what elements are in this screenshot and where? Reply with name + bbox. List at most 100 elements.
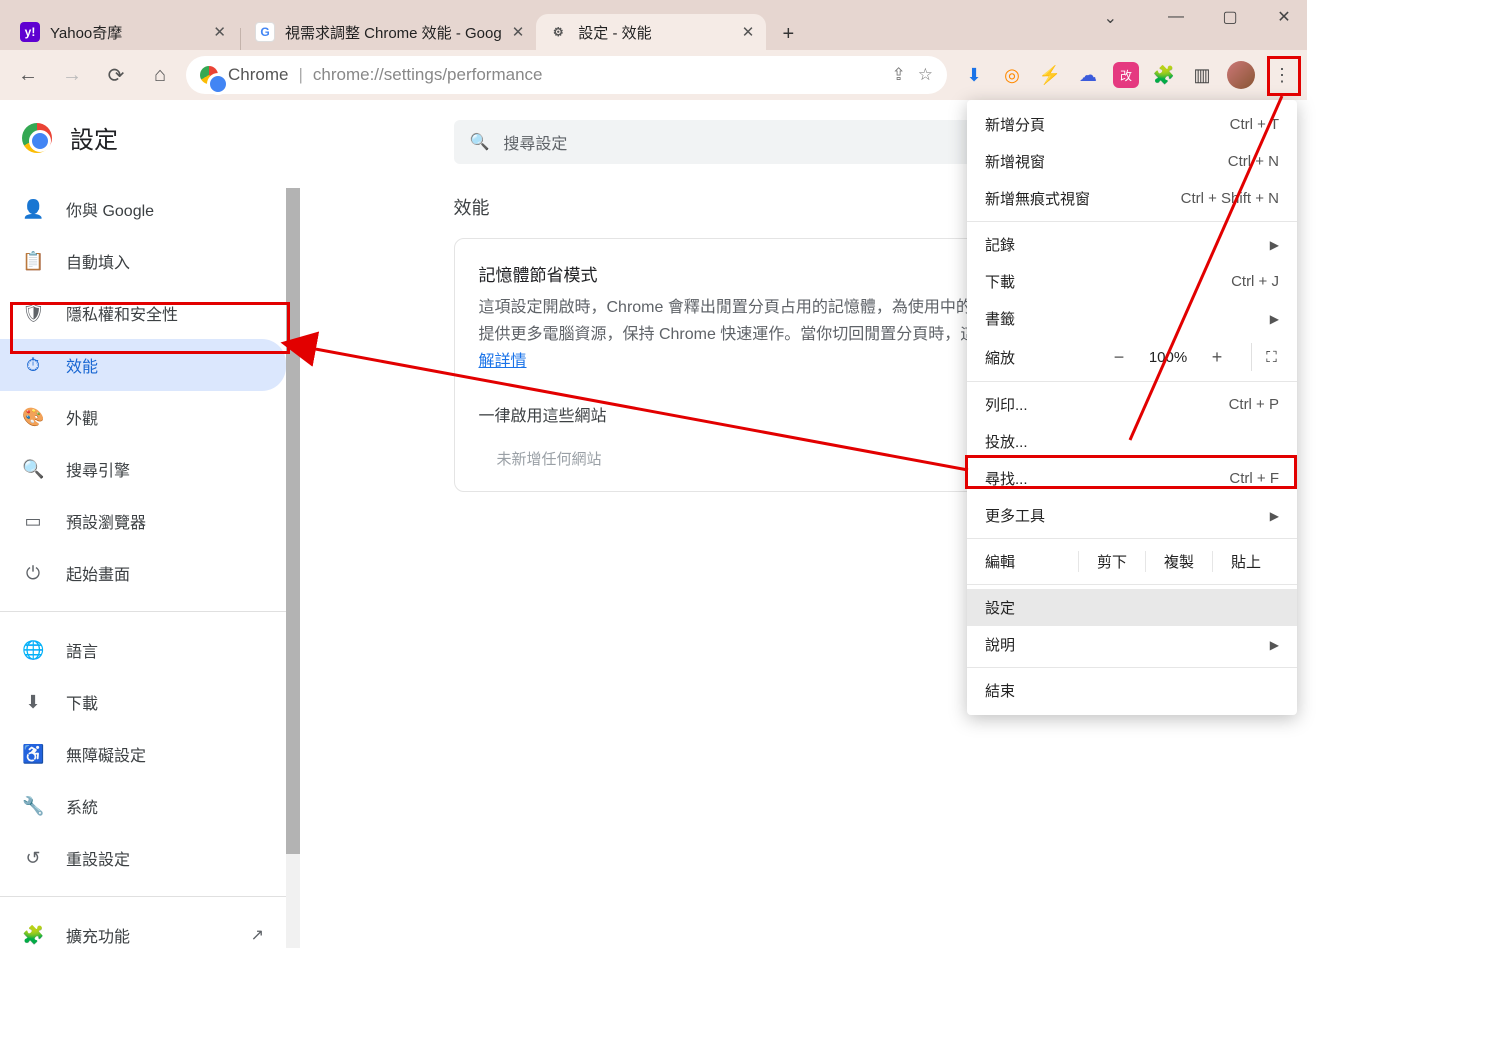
external-link-icon: ↗	[251, 925, 264, 945]
sidebar-item-appearance[interactable]: 🎨 外觀	[0, 391, 286, 443]
sidebar-item-accessibility[interactable]: ♿無障礙設定	[0, 728, 286, 780]
chrome-page-icon	[200, 66, 218, 84]
menu-bookmarks[interactable]: 書籤 ▶	[967, 300, 1297, 337]
forward-button: →	[54, 57, 90, 93]
tab-title: Yahoo奇摩	[50, 22, 203, 43]
address-bar[interactable]: Chrome | chrome://settings/performance ⇪…	[186, 56, 947, 94]
extension-icon[interactable]: ◎	[999, 62, 1025, 88]
favicon-yahoo: y!	[20, 22, 40, 42]
back-button[interactable]: ←	[10, 57, 46, 93]
extension-icon[interactable]: ☁	[1075, 62, 1101, 88]
chrome-menu: 新增分頁Ctrl + T 新增視窗Ctrl + N 新增無痕式視窗Ctrl + …	[967, 100, 1297, 715]
sidebar-item-extensions[interactable]: 🧩 擴充功能 ↗	[0, 909, 286, 961]
chrome-menu-button[interactable]: ⋮	[1267, 57, 1297, 93]
fullscreen-button[interactable]: ⛶	[1251, 343, 1279, 371]
sidebar-item-default-browser[interactable]: ▭預設瀏覽器	[0, 495, 286, 547]
sidebar-item-label: 你與 Google	[66, 197, 154, 221]
extension-icon[interactable]: ⚡	[1037, 62, 1063, 88]
extension-icon[interactable]: 改	[1113, 62, 1139, 88]
menu-history[interactable]: 記錄▶	[967, 226, 1297, 263]
sidebar-item-label: 起始畫面	[66, 561, 130, 585]
sidebar-item-reset[interactable]: ↺重設設定	[0, 832, 286, 884]
tab-settings[interactable]: ⚙ 設定 - 效能 ✕	[536, 14, 766, 50]
sidebar-item-label: 下載	[66, 690, 98, 714]
puzzle-icon: 🧩	[22, 925, 44, 946]
window-close-button[interactable]: ✕	[1275, 8, 1293, 26]
scrollbar-thumb[interactable]	[286, 188, 300, 854]
extensions-puzzle-icon[interactable]: 🧩	[1151, 62, 1177, 88]
menu-label: 記錄	[985, 234, 1015, 255]
tab-close-icon[interactable]: ✕	[213, 23, 226, 41]
sidebar-item-privacy[interactable]: 🛡隱私權和安全性	[0, 287, 286, 339]
download-icon: ⬇	[22, 692, 44, 713]
wrench-icon: 🔧	[22, 796, 44, 817]
reload-button[interactable]: ⟳	[98, 57, 134, 93]
menu-downloads[interactable]: 下載Ctrl + J	[967, 263, 1297, 300]
menu-new-tab[interactable]: 新增分頁Ctrl + T	[967, 106, 1297, 143]
menu-paste[interactable]: 貼上	[1212, 551, 1279, 572]
new-tab-button[interactable]: +	[772, 18, 804, 50]
menu-label: 書籤	[985, 308, 1015, 329]
menu-cast[interactable]: 投放...	[967, 423, 1297, 460]
sidebar-item-system[interactable]: 🔧系統	[0, 780, 286, 832]
tab-google-help[interactable]: G 視需求調整 Chrome 效能 - Goog ✕	[243, 14, 536, 50]
tab-yahoo[interactable]: y! Yahoo奇摩 ✕	[8, 14, 238, 50]
extension-icon[interactable]: ⬇	[961, 62, 987, 88]
window-maximize-button[interactable]: ▢	[1221, 8, 1239, 26]
bookmark-star-icon[interactable]: ☆	[918, 65, 933, 85]
menu-separator	[967, 667, 1297, 668]
sidebar-item-languages[interactable]: 🌐語言	[0, 624, 286, 676]
menu-help[interactable]: 說明▶	[967, 626, 1297, 663]
share-icon[interactable]: ⇪	[892, 65, 906, 85]
chevron-right-icon: ▶	[1270, 312, 1279, 326]
menu-zoom: 縮放 − 100% + ⛶	[967, 337, 1297, 377]
extensions-row: ⬇ ◎ ⚡ ☁ 改 🧩 ▥ ⋮	[955, 57, 1297, 93]
menu-exit[interactable]: 結束	[967, 672, 1297, 709]
profile-avatar[interactable]	[1227, 61, 1255, 89]
search-icon: 🔍	[470, 132, 490, 152]
side-panel-icon[interactable]: ▥	[1189, 62, 1215, 88]
tab-title: 視需求調整 Chrome 效能 - Goog	[285, 22, 502, 43]
palette-icon: 🎨	[22, 407, 44, 428]
menu-new-incognito[interactable]: 新增無痕式視窗Ctrl + Shift + N	[967, 180, 1297, 217]
menu-label: 說明	[985, 634, 1015, 655]
zoom-out-button[interactable]: −	[1105, 343, 1133, 371]
sidebar-divider	[0, 896, 300, 897]
chevron-right-icon: ▶	[1270, 509, 1279, 523]
favicon-google: G	[255, 22, 275, 42]
sidebar-item-on-startup[interactable]: ⏻起始畫面	[0, 547, 286, 599]
settings-title: 設定	[70, 120, 118, 155]
sidebar-item-you-and-google[interactable]: 👤 你與 Google	[0, 183, 286, 235]
menu-cut[interactable]: 剪下	[1078, 551, 1145, 572]
window-dropdown-icon[interactable]: ⌄	[1104, 8, 1117, 28]
menu-find[interactable]: 尋找...Ctrl + F	[967, 460, 1297, 497]
sidebar-item-downloads[interactable]: ⬇ 下載	[0, 676, 286, 728]
sidebar-item-autofill[interactable]: 📋自動填入	[0, 235, 286, 287]
sidebar-item-label: 語言	[66, 638, 98, 662]
menu-label: 設定	[985, 597, 1015, 618]
menu-copy[interactable]: 複製	[1145, 551, 1212, 572]
menu-new-window[interactable]: 新增視窗Ctrl + N	[967, 143, 1297, 180]
tab-close-icon[interactable]: ✕	[742, 23, 755, 41]
sidebar-item-performance[interactable]: ⏱效能	[0, 339, 286, 391]
sidebar-item-label: 擴充功能	[66, 923, 130, 947]
toolbar: ← → ⟳ ⌂ Chrome | chrome://settings/perfo…	[0, 50, 1307, 100]
learn-more-link[interactable]: 解詳情	[479, 353, 527, 370]
address-url: chrome://settings/performance	[313, 65, 543, 85]
menu-print[interactable]: 列印...Ctrl + P	[967, 386, 1297, 423]
window-minimize-button[interactable]: —	[1167, 8, 1185, 26]
person-icon: 👤	[22, 199, 44, 220]
sidebar-item-label: 外觀	[66, 405, 98, 429]
menu-shortcut: Ctrl + Shift + N	[1181, 190, 1279, 207]
menu-separator	[967, 221, 1297, 222]
search-icon: 🔍	[22, 459, 44, 480]
menu-settings[interactable]: 設定	[967, 589, 1297, 626]
tab-close-icon[interactable]: ✕	[512, 23, 525, 41]
menu-separator	[967, 381, 1297, 382]
home-button[interactable]: ⌂	[142, 57, 178, 93]
speedometer-icon: ⏱	[22, 355, 44, 376]
menu-more-tools[interactable]: 更多工具▶	[967, 497, 1297, 534]
sidebar-item-search-engine[interactable]: 🔍搜尋引擎	[0, 443, 286, 495]
tab-title: 設定 - 效能	[578, 22, 731, 43]
zoom-in-button[interactable]: +	[1203, 343, 1231, 371]
